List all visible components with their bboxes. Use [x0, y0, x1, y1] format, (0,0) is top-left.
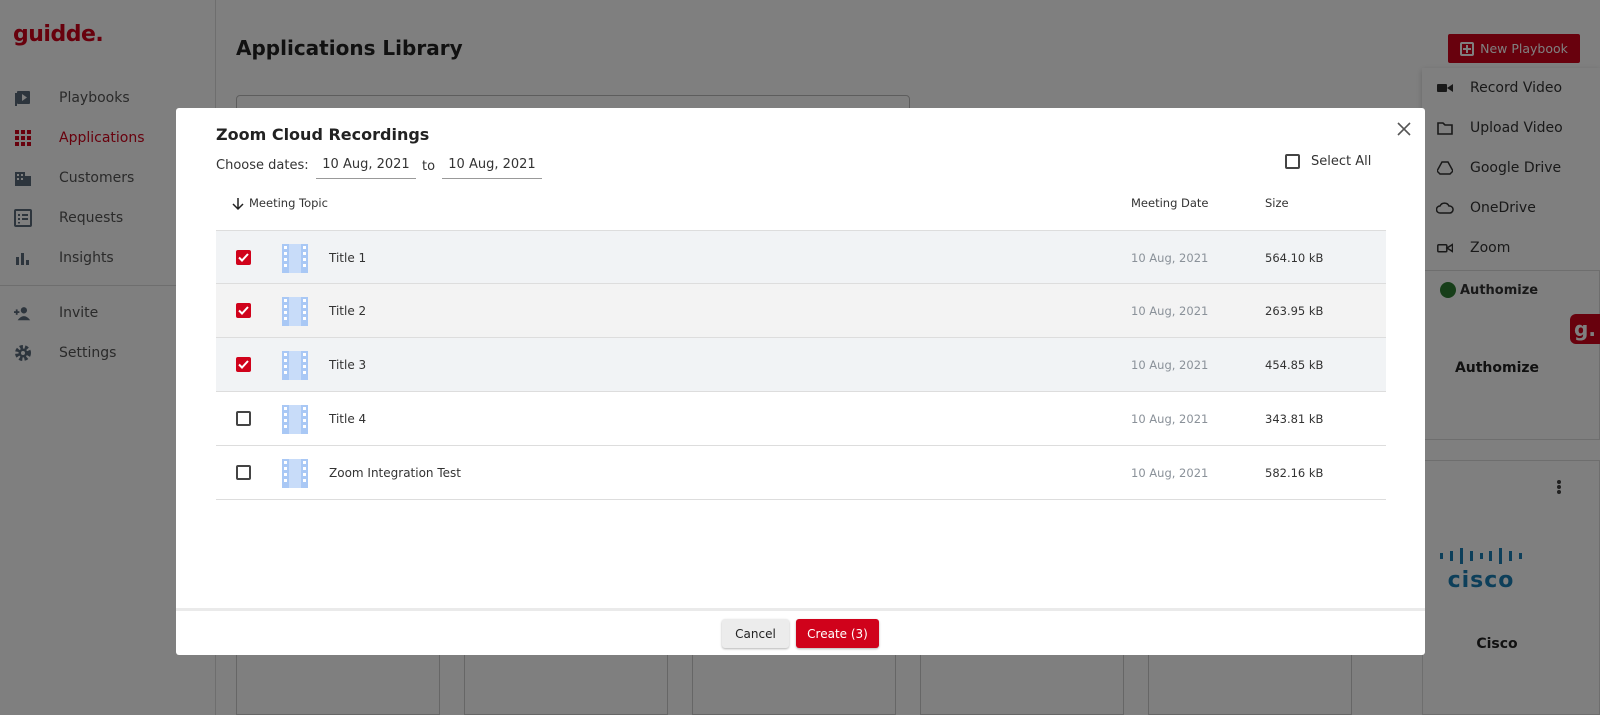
table-row[interactable]: Title 4 10 Aug, 2021 343.81 kB	[216, 392, 1386, 446]
meeting-date: 10 Aug, 2021	[1131, 304, 1209, 318]
column-header-topic[interactable]: Meeting Topic	[249, 196, 328, 210]
table-row[interactable]: Zoom Integration Test 10 Aug, 2021 582.1…	[216, 446, 1386, 500]
sort-down-icon[interactable]	[232, 196, 244, 211]
meeting-topic: Zoom Integration Test	[329, 466, 461, 480]
date-from-input[interactable]	[316, 151, 416, 179]
film-icon	[282, 244, 308, 277]
cancel-button[interactable]: Cancel	[722, 619, 789, 648]
choose-dates-label: Choose dates:	[216, 158, 309, 173]
checkbox[interactable]	[1285, 154, 1300, 169]
film-icon	[282, 459, 308, 492]
close-icon[interactable]	[1396, 121, 1412, 137]
file-size: 454.85 kB	[1265, 358, 1324, 372]
meeting-date: 10 Aug, 2021	[1131, 358, 1209, 372]
table-row[interactable]: Title 1 10 Aug, 2021 564.10 kB	[216, 230, 1386, 284]
meeting-date: 10 Aug, 2021	[1131, 251, 1209, 265]
file-size: 343.81 kB	[1265, 412, 1324, 426]
file-size: 564.10 kB	[1265, 251, 1324, 265]
table-row[interactable]: Title 2 10 Aug, 2021 263.95 kB	[216, 284, 1386, 338]
meeting-topic: Title 3	[329, 358, 367, 372]
film-icon	[282, 405, 308, 438]
file-size: 582.16 kB	[1265, 466, 1324, 480]
select-all-label: Select All	[1311, 154, 1372, 169]
create-button[interactable]: Create (3)	[796, 619, 879, 648]
meeting-topic: Title 4	[329, 412, 367, 426]
checked-checkbox-icon[interactable]	[236, 357, 251, 372]
unchecked-checkbox-icon[interactable]	[236, 411, 251, 426]
select-all-checkbox[interactable]: Select All	[1285, 154, 1371, 169]
meeting-topic: Title 2	[329, 304, 367, 318]
dialog-title: Zoom Cloud Recordings	[216, 125, 430, 144]
column-header-size[interactable]: Size	[1265, 196, 1289, 210]
recordings-table: Title 1 10 Aug, 2021 564.10 kB Title 2 1…	[216, 230, 1386, 500]
meeting-date: 10 Aug, 2021	[1131, 466, 1209, 480]
meeting-topic: Title 1	[329, 251, 367, 265]
table-row[interactable]: Title 3 10 Aug, 2021 454.85 kB	[216, 338, 1386, 392]
zoom-recordings-dialog: Zoom Cloud Recordings Choose dates: to S…	[176, 108, 1425, 655]
dialog-footer-divider	[176, 608, 1425, 611]
date-to-input[interactable]	[442, 151, 542, 179]
column-header-date[interactable]: Meeting Date	[1131, 196, 1209, 210]
checked-checkbox-icon[interactable]	[236, 303, 251, 318]
meeting-date: 10 Aug, 2021	[1131, 412, 1209, 426]
film-icon	[282, 297, 308, 330]
to-label: to	[422, 159, 436, 174]
unchecked-checkbox-icon[interactable]	[236, 465, 251, 480]
file-size: 263.95 kB	[1265, 304, 1324, 318]
checked-checkbox-icon[interactable]	[236, 250, 251, 265]
film-icon	[282, 351, 308, 384]
